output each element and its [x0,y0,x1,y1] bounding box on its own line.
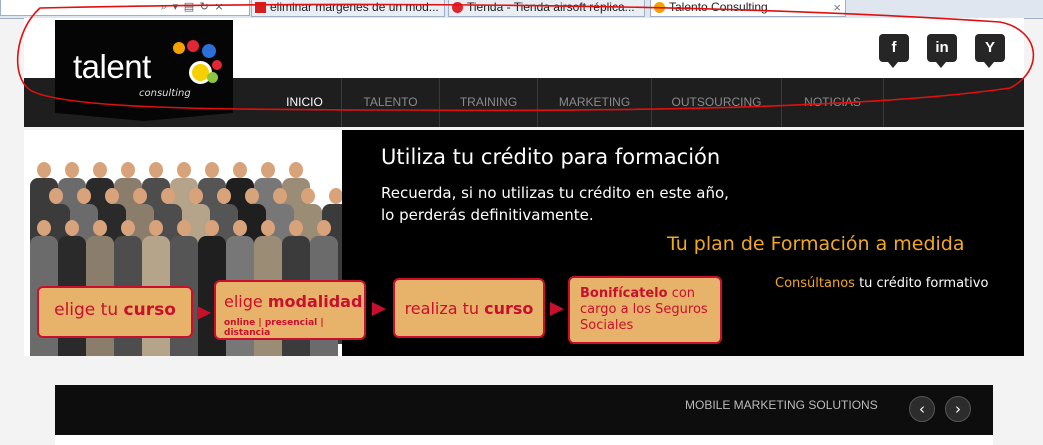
annotation-ellipse [16,3,1035,112]
